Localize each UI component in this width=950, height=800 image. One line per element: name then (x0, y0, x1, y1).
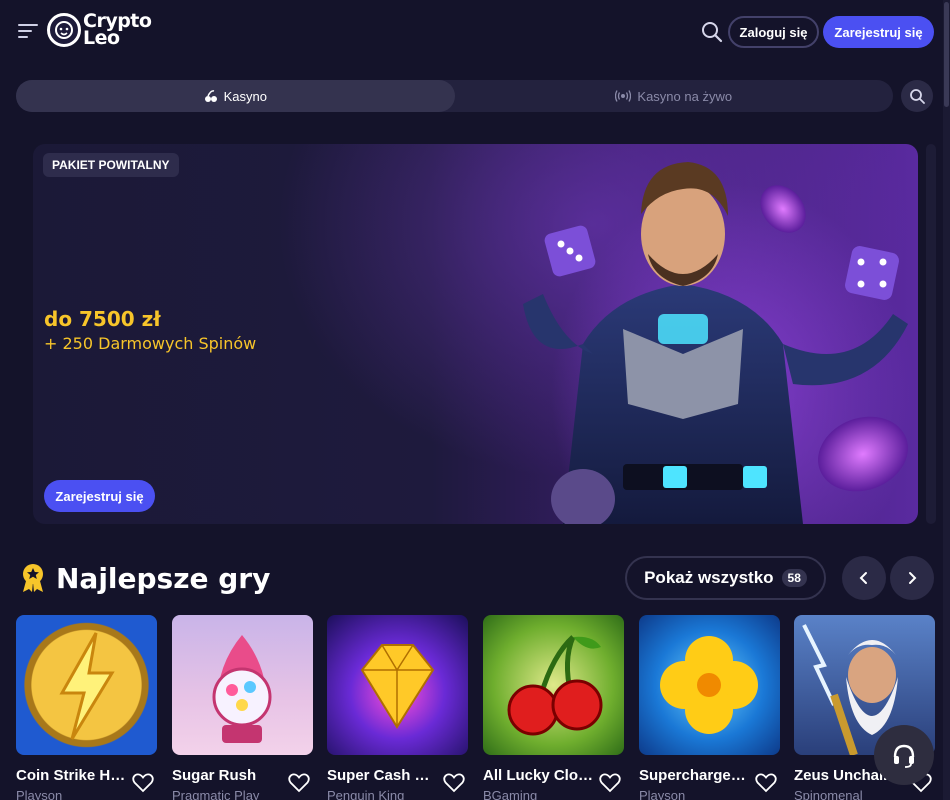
game-card[interactable]: Supercharged... Playson (639, 615, 780, 800)
game-provider: Pragmatic Play (172, 788, 260, 800)
logo[interactable]: Crypto Leo (47, 12, 152, 49)
favorite-heart-icon[interactable] (443, 773, 465, 793)
carousel-prev-button[interactable] (842, 556, 886, 600)
carousel-next-button[interactable] (890, 556, 934, 600)
game-search-button[interactable] (901, 80, 933, 112)
game-title: Super Cash Bo... (327, 767, 439, 784)
logo-line-2: Leo (83, 27, 120, 49)
game-card[interactable]: Sugar Rush Pragmatic Play (172, 615, 313, 800)
game-provider: Playson (639, 788, 686, 800)
game-thumbnail[interactable] (327, 615, 468, 755)
game-thumbnail[interactable] (483, 615, 624, 755)
promo-badge: PAKIET POWITALNY (43, 153, 179, 177)
search-icon (910, 89, 925, 104)
promo-banner[interactable]: PAKIET POWITALNY do 7500 zł + 250 Darmow… (33, 144, 918, 524)
scrollbar[interactable] (943, 0, 950, 800)
register-button[interactable]: Zarejestruj się (823, 16, 934, 48)
game-title: All Lucky Clov... (483, 767, 595, 784)
game-provider: Penguin King (327, 788, 405, 800)
game-thumbnail[interactable] (172, 615, 313, 755)
tab-casino-label: Kasyno (223, 88, 267, 104)
tab-live-casino-label: Kasyno na żywo (637, 88, 733, 104)
promo-subtitle: + 250 Darmowych Spinów (44, 334, 257, 353)
games-count-badge: 58 (781, 569, 807, 587)
section-title: Najlepsze gry (56, 562, 271, 595)
tab-casino[interactable]: Kasyno (16, 80, 455, 112)
casino-icon (204, 90, 217, 102)
chevron-left-icon (859, 572, 867, 584)
next-banner-peek[interactable] (926, 144, 936, 524)
game-thumbnail[interactable] (639, 615, 780, 755)
game-provider: Spinomenal (794, 788, 863, 800)
show-all-label: Pokaż wszystko (644, 568, 774, 587)
favorite-heart-icon[interactable] (599, 773, 621, 793)
favorite-heart-icon[interactable] (132, 773, 154, 793)
game-card[interactable]: All Lucky Clov... BGaming (483, 615, 624, 800)
astronaut-hero-illustration (523, 162, 908, 524)
game-title: Coin Strike Ho... (16, 767, 128, 784)
game-thumbnail[interactable] (16, 615, 157, 755)
favorite-heart-icon[interactable] (755, 773, 777, 793)
menu-icon[interactable] (18, 24, 38, 40)
scrollbar-thumb[interactable] (944, 2, 949, 107)
category-tabs: Kasyno Kasyno na żywo (16, 80, 893, 112)
game-provider: Playson (16, 788, 63, 800)
game-provider: BGaming (483, 788, 538, 800)
header: Crypto Leo Zaloguj się Zarejestruj się (0, 0, 950, 66)
promo-register-button[interactable]: Zarejestruj się (44, 480, 155, 512)
logo-text: Crypto Leo (83, 12, 152, 49)
tab-live-casino[interactable]: Kasyno na żywo (455, 80, 894, 112)
lion-logo-icon (47, 13, 81, 47)
search-icon[interactable] (700, 20, 724, 44)
show-all-button[interactable]: Pokaż wszystko 58 (625, 556, 826, 600)
favorite-heart-icon[interactable] (288, 773, 310, 793)
game-card[interactable]: Super Cash Bo... Penguin King (327, 615, 468, 800)
headset-icon (893, 744, 915, 768)
game-title: Supercharged... (639, 767, 751, 784)
promo-amount: do 7500 zł (44, 307, 161, 331)
chevron-right-icon (909, 572, 917, 584)
game-card[interactable]: Coin Strike Ho... Playson (16, 615, 157, 800)
live-broadcast-icon (615, 90, 632, 102)
support-chat-button[interactable] (874, 725, 934, 785)
login-button[interactable]: Zaloguj się (728, 16, 819, 48)
game-title: Sugar Rush (172, 767, 257, 784)
award-ribbon-icon (23, 564, 43, 592)
